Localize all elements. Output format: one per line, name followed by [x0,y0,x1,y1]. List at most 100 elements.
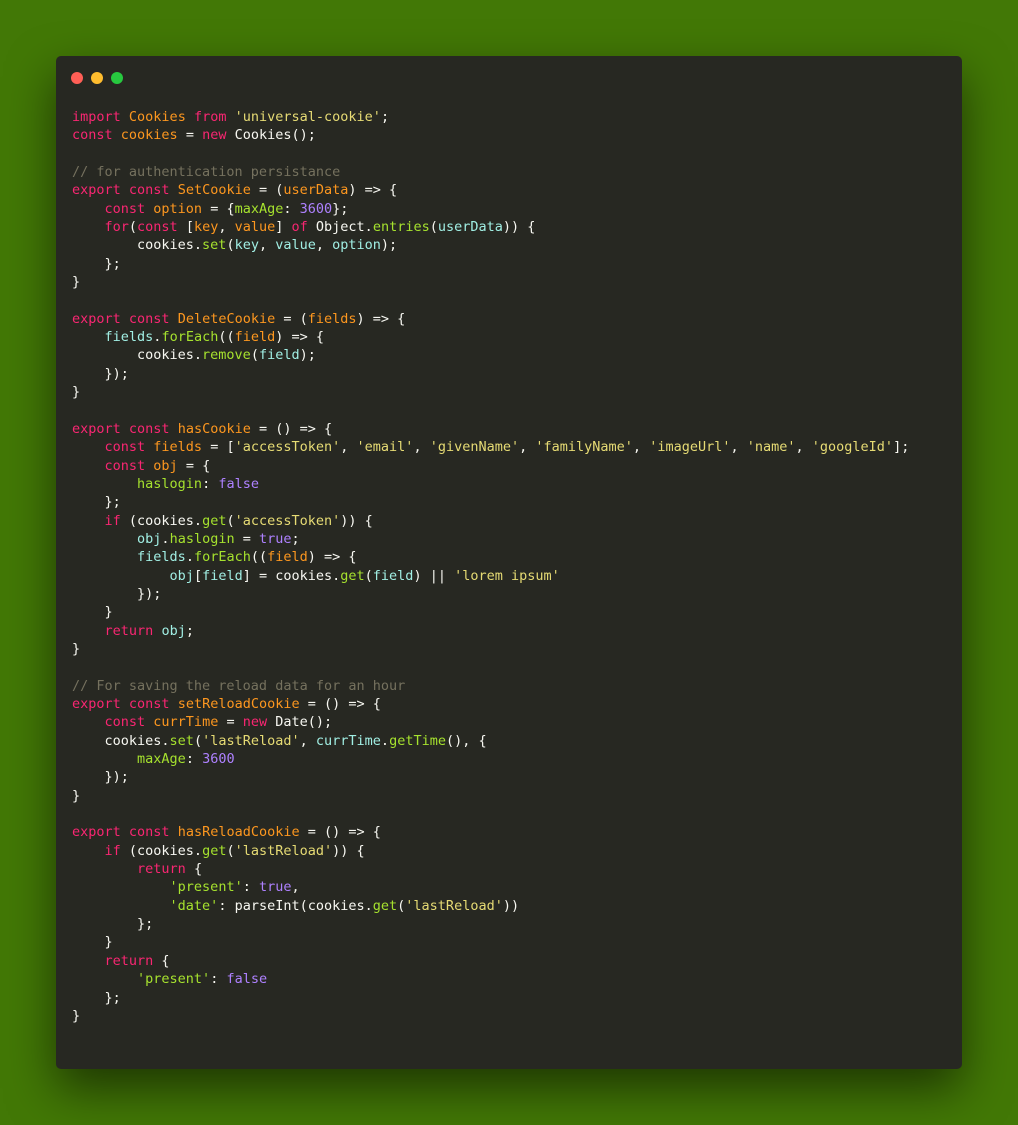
code-line: }; [72,989,909,1007]
code-line: ​ [72,291,909,309]
code-token: = () => { [299,696,381,712]
code-token: } [72,1007,81,1024]
code-token: }; [72,255,121,272]
code-line: obj[field] = cookies.get(field) || 'lore… [72,567,909,585]
code-token: const [128,696,170,712]
code-token: } [72,384,81,401]
code-token: )) [502,897,520,914]
code-line: ​ [72,658,909,676]
code-token: const [104,200,146,217]
code-token: 'lastReload' [405,897,503,914]
code-token: get [340,567,365,584]
code-token: , [632,439,650,456]
code-token: fields [104,329,154,346]
code-token: option [153,200,203,217]
code-token: ); [380,237,398,254]
code-line: fields.forEach((field) => { [72,328,909,346]
code-token: }; [332,200,349,217]
code-line: export const SetCookie = (userData) => { [72,181,909,199]
code-line: }; [72,915,909,933]
code-token: // for authentication persistance [72,164,341,181]
code-token: fields [153,439,203,456]
code-token: 'universal-cookie' [234,109,381,125]
code-token: } [72,787,81,804]
code-line: // for authentication persistance [72,163,909,181]
code-token: : [202,475,219,492]
code-token: : [283,200,300,217]
code-token: hasCookie [177,420,251,437]
code-token: 'lastReload' [202,732,300,749]
code-token: key [234,237,259,254]
code-token: obj [169,567,194,584]
code-token: maxAge [137,751,186,768]
code-token: new [242,714,268,731]
code-token: const [128,182,170,199]
code-token: } [72,640,81,657]
code-token: ( [429,219,438,236]
code-token: ; [185,622,194,639]
code-line: } [72,640,909,658]
code-token: , [730,439,747,456]
code-token: = [177,127,203,144]
maximize-icon[interactable] [111,72,123,84]
code-token: const [137,219,178,236]
code-line: export const hasCookie = () => { [72,420,909,438]
code-token: ] = cookies. [242,567,341,584]
code-token: 'accessToken' [234,512,341,529]
code-token: field [267,549,308,566]
code-line: return { [72,860,909,878]
code-token: = () => { [299,824,381,841]
code-token: 'present' [169,879,243,896]
code-token: ( [128,219,138,236]
code-token: . [380,732,390,749]
code-line: }; [72,493,909,511]
code-token: return [137,861,186,878]
code-token: get [202,842,227,859]
code-token: , [299,732,316,749]
code-token: false [218,475,259,492]
code-token: . [161,530,170,547]
code-token: , [340,439,357,456]
code-token: fields [137,549,186,566]
code-line: }); [72,365,909,383]
code-line: return obj; [72,622,909,640]
code-token: , [413,439,430,456]
code-token: ) => { [356,310,406,327]
minimize-icon[interactable] [91,72,103,84]
code-token: 'familyName' [535,439,633,456]
code-token: set [169,732,194,749]
code-token: of [291,219,308,236]
code-line: } [72,603,909,621]
code-line: cookies.set(key, value, option); [72,236,909,254]
code-window: import Cookies from 'universal-cookie'; c… [56,56,962,1069]
code-token: (cookies. [120,512,203,529]
code-line: }); [72,585,909,603]
code-token: ] [275,219,292,236]
code-token: 'lorem ipsum' [454,567,560,584]
code-line: if (cookies.get('lastReload')) { [72,842,909,860]
close-icon[interactable] [71,72,83,84]
code-token: }; [72,916,154,933]
code-token: const [104,714,146,731]
code-token: , [291,879,300,896]
code-line: } [72,1007,909,1025]
code-token: ]; [893,439,910,456]
code-token: = [218,714,243,731]
code-token: const [128,420,170,437]
code-token: = [234,530,259,547]
code-token: true [258,879,292,896]
code-token: 3600 [299,200,333,217]
